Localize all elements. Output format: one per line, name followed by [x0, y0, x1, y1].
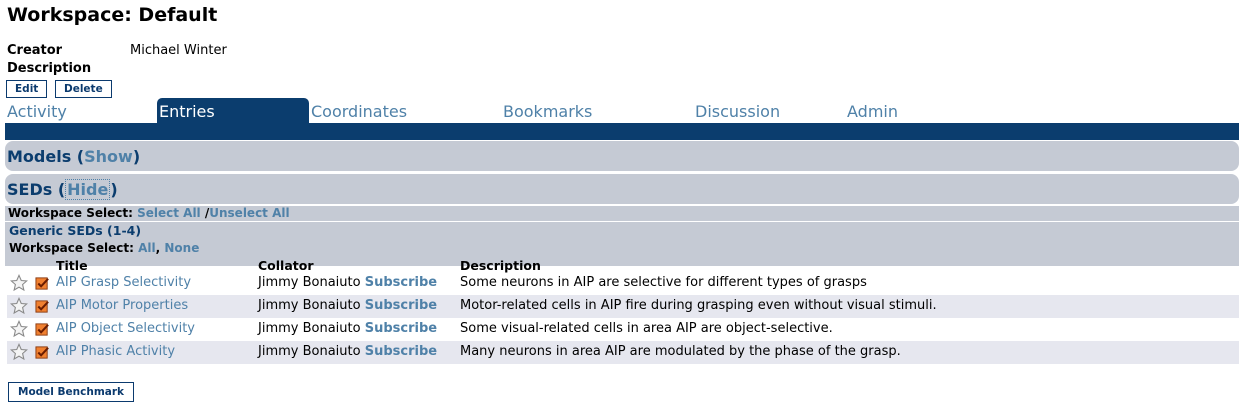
description-label: Description — [7, 61, 92, 76]
checked-box-icon[interactable] — [35, 299, 50, 314]
edit-button[interactable]: Edit — [6, 80, 48, 98]
table-row: AIP Grasp Selectivity Jimmy Bonaiuto Sub… — [7, 272, 1239, 295]
table-row: AIP Phasic Activity Jimmy Bonaiuto Subsc… — [7, 341, 1239, 364]
generic-seds-title: Generic SEDs (1-4) — [9, 223, 142, 238]
collator-name: Jimmy Bonaiuto — [258, 298, 361, 313]
tab-discussion[interactable]: Discussion — [693, 98, 843, 124]
subscribe-link[interactable]: Subscribe — [365, 344, 437, 359]
sed-title-link[interactable]: AIP Phasic Activity — [56, 344, 175, 359]
seds-hide-toggle[interactable]: Hide — [65, 179, 111, 200]
tab-admin[interactable]: Admin — [845, 98, 995, 124]
tab-bookmarks[interactable]: Bookmarks — [501, 98, 691, 124]
collator-cell: Jimmy Bonaiuto Subscribe — [258, 275, 437, 290]
collator-cell: Jimmy Bonaiuto Subscribe — [258, 298, 437, 313]
sed-title-link[interactable]: AIP Motor Properties — [56, 298, 188, 313]
sed-title-link[interactable]: AIP Grasp Selectivity — [56, 275, 191, 290]
models-section-title: Models — [7, 147, 72, 166]
creator-label: Creator — [7, 43, 63, 58]
collator-cell: Jimmy Bonaiuto Subscribe — [258, 321, 437, 336]
checked-box-icon[interactable] — [35, 345, 50, 360]
collator-name: Jimmy Bonaiuto — [258, 321, 361, 336]
select-all-seds-link[interactable]: All — [138, 241, 156, 255]
tab-coordinates[interactable]: Coordinates — [309, 98, 499, 124]
collator-name: Jimmy Bonaiuto — [258, 344, 361, 359]
page-title: Workspace: Default — [7, 4, 218, 26]
creator-value: Michael Winter — [130, 43, 227, 58]
column-header-collator: Collator — [258, 258, 314, 273]
collator-cell: Jimmy Bonaiuto Subscribe — [258, 344, 437, 359]
workspace-select-label: Workspace Select: — [8, 206, 133, 220]
column-header-description: Description — [460, 258, 541, 273]
models-section-header: Models (Show) — [5, 141, 1239, 171]
seds-section-title: SEDs — [7, 180, 53, 199]
subscribe-link[interactable]: Subscribe — [365, 275, 437, 290]
table-row: AIP Motor Properties Jimmy Bonaiuto Subs… — [7, 295, 1239, 318]
tab-bar: Activity Entries Coordinates Bookmarks D… — [0, 98, 1249, 124]
generic-workspace-select-label: Workspace Select: — [9, 241, 134, 255]
unselect-all-link[interactable]: Unselect All — [209, 206, 289, 220]
generic-seds-panel: Generic SEDs (1-4) Workspace Select: All… — [5, 222, 1239, 266]
tab-entries[interactable]: Entries — [157, 98, 309, 124]
collator-name: Jimmy Bonaiuto — [258, 275, 361, 290]
checked-box-icon[interactable] — [35, 322, 50, 337]
select-none-seds-link[interactable]: None — [164, 241, 199, 255]
star-outline-icon[interactable] — [10, 343, 28, 361]
seds-section-header: SEDs (Hide) — [5, 174, 1239, 204]
checked-box-icon[interactable] — [35, 276, 50, 291]
star-outline-icon[interactable] — [10, 274, 28, 292]
subscribe-link[interactable]: Subscribe — [365, 298, 437, 313]
delete-button[interactable]: Delete — [55, 80, 112, 98]
table-row: AIP Object Selectivity Jimmy Bonaiuto Su… — [7, 318, 1239, 341]
subscribe-link[interactable]: Subscribe — [365, 321, 437, 336]
tab-content-band — [5, 123, 1239, 140]
generic-workspace-select: Workspace Select: All, None — [9, 241, 199, 255]
column-header-title: Title — [56, 258, 88, 273]
star-outline-icon[interactable] — [10, 320, 28, 338]
select-all-link[interactable]: Select All — [137, 206, 201, 220]
tab-activity[interactable]: Activity — [5, 98, 155, 124]
workspace-select-bar: Workspace Select: Select All /Unselect A… — [5, 206, 1239, 221]
star-outline-icon[interactable] — [10, 297, 28, 315]
sed-description: Motor-related cells in AIP fire during g… — [460, 298, 937, 313]
sed-title-link[interactable]: AIP Object Selectivity — [56, 321, 195, 336]
sed-description: Some visual-related cells in area AIP ar… — [460, 321, 833, 336]
generic-select-separator: , — [155, 241, 161, 255]
model-benchmark-button[interactable]: Model Benchmark — [8, 382, 135, 402]
models-show-toggle[interactable]: Show — [84, 147, 133, 166]
sed-description: Many neurons in area AIP are modulated b… — [460, 344, 901, 359]
sed-description: Some neurons in AIP are selective for di… — [460, 275, 867, 290]
